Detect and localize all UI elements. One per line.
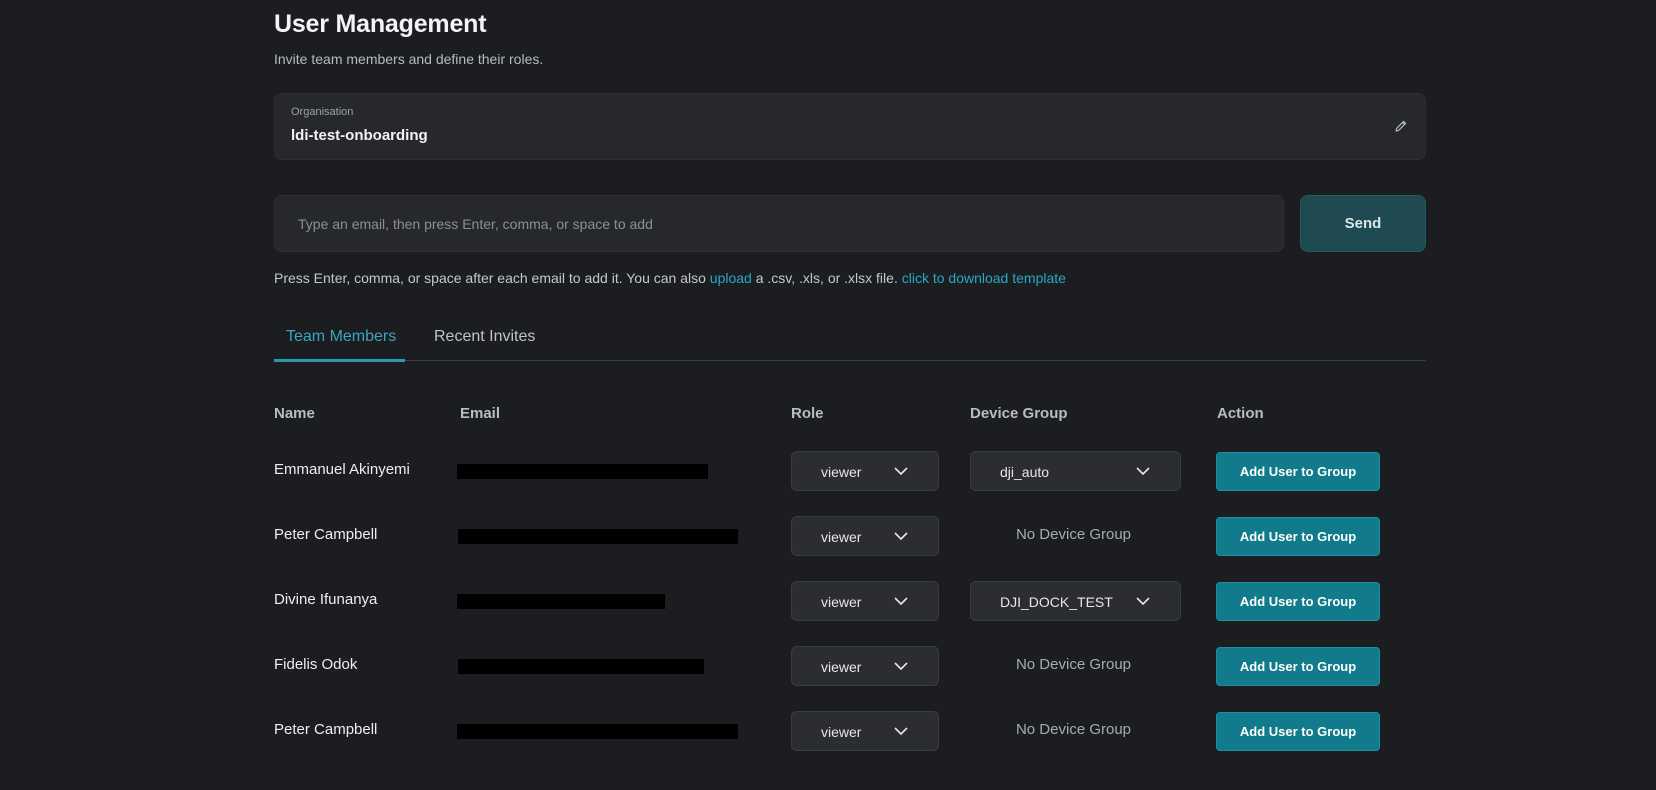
member-name: Divine Ifunanya — [274, 591, 378, 608]
invite-help-text: Press Enter, comma, or space after each … — [274, 270, 1066, 286]
help-text-prefix: Press Enter, comma, or space after each … — [274, 270, 710, 286]
column-header-device-group: Device Group — [970, 405, 1068, 422]
member-name: Peter Campbell — [274, 526, 378, 543]
table-row: Emmanuel Akinyemi viewer dji_auto Add Us… — [274, 449, 1426, 493]
chevron-down-icon — [894, 532, 908, 541]
chevron-down-icon — [894, 727, 908, 736]
redacted-email — [457, 594, 665, 609]
device-group-dropdown[interactable]: DJI_DOCK_TEST — [970, 581, 1181, 621]
member-name: Fidelis Odok — [274, 656, 358, 673]
organisation-label: Organisation — [291, 106, 354, 118]
add-user-to-group-button[interactable]: Add User to Group — [1216, 517, 1380, 556]
role-dropdown[interactable]: viewer — [791, 646, 939, 686]
redacted-email — [457, 724, 738, 739]
tab-team-members[interactable]: Team Members — [286, 328, 396, 346]
role-value: viewer — [821, 464, 862, 480]
member-name: Peter Campbell — [274, 721, 378, 738]
add-user-to-group-button[interactable]: Add User to Group — [1216, 712, 1380, 751]
chevron-down-icon — [1136, 597, 1150, 606]
chevron-down-icon — [894, 467, 908, 476]
table-row: Divine Ifunanya viewer DJI_DOCK_TEST Add… — [274, 579, 1426, 623]
device-group-value: dji_auto — [1000, 464, 1050, 480]
role-value: viewer — [821, 529, 862, 545]
role-dropdown[interactable]: viewer — [791, 451, 939, 491]
tab-bar: Team Members Recent Invites — [274, 316, 1426, 362]
role-dropdown[interactable]: viewer — [791, 581, 939, 621]
email-input[interactable] — [274, 195, 1284, 252]
column-header-name: Name — [274, 405, 315, 422]
device-group-dropdown[interactable]: dji_auto — [970, 451, 1181, 491]
redacted-email — [457, 464, 708, 479]
send-button[interactable]: Send — [1300, 195, 1426, 252]
table-row: Peter Campbell viewer No Device Group Ad… — [274, 709, 1426, 753]
no-device-group-text: No Device Group — [1015, 721, 1132, 738]
no-device-group-text: No Device Group — [1015, 526, 1132, 543]
user-management-page: User Management Invite team members and … — [0, 0, 1656, 790]
page-subtitle: Invite team members and define their rol… — [274, 51, 544, 67]
chevron-down-icon — [894, 662, 908, 671]
upload-link[interactable]: upload — [710, 270, 752, 286]
table-row: Fidelis Odok viewer No Device Group Add … — [274, 644, 1426, 688]
device-group-value: DJI_DOCK_TEST — [1000, 594, 1113, 610]
page-title: User Management — [274, 10, 487, 38]
chevron-down-icon — [1136, 467, 1150, 476]
role-dropdown[interactable]: viewer — [791, 711, 939, 751]
organisation-name: ldi-test-onboarding — [291, 127, 428, 144]
add-user-to-group-button[interactable]: Add User to Group — [1216, 452, 1380, 491]
no-device-group-text: No Device Group — [1015, 656, 1132, 673]
active-tab-indicator — [274, 359, 405, 362]
role-dropdown[interactable]: viewer — [791, 516, 939, 556]
table-row: Peter Campbell viewer No Device Group Ad… — [274, 514, 1426, 558]
redacted-email — [458, 659, 704, 674]
role-value: viewer — [821, 724, 862, 740]
organisation-card: Organisation ldi-test-onboarding — [274, 93, 1426, 160]
member-name: Emmanuel Akinyemi — [274, 461, 410, 478]
column-header-email: Email — [460, 405, 501, 422]
pencil-icon[interactable] — [1393, 118, 1409, 134]
add-user-to-group-button[interactable]: Add User to Group — [1216, 647, 1380, 686]
role-value: viewer — [821, 659, 862, 675]
column-header-action: Action — [1217, 405, 1264, 422]
add-user-to-group-button[interactable]: Add User to Group — [1216, 582, 1380, 621]
chevron-down-icon — [894, 597, 908, 606]
help-text-middle: a .csv, .xls, or .xlsx file. — [751, 270, 902, 286]
redacted-email — [458, 529, 738, 544]
role-value: viewer — [821, 594, 862, 610]
tab-recent-invites[interactable]: Recent Invites — [434, 328, 535, 346]
column-header-role: Role — [791, 405, 824, 422]
download-template-link[interactable]: click to download template — [902, 270, 1066, 286]
